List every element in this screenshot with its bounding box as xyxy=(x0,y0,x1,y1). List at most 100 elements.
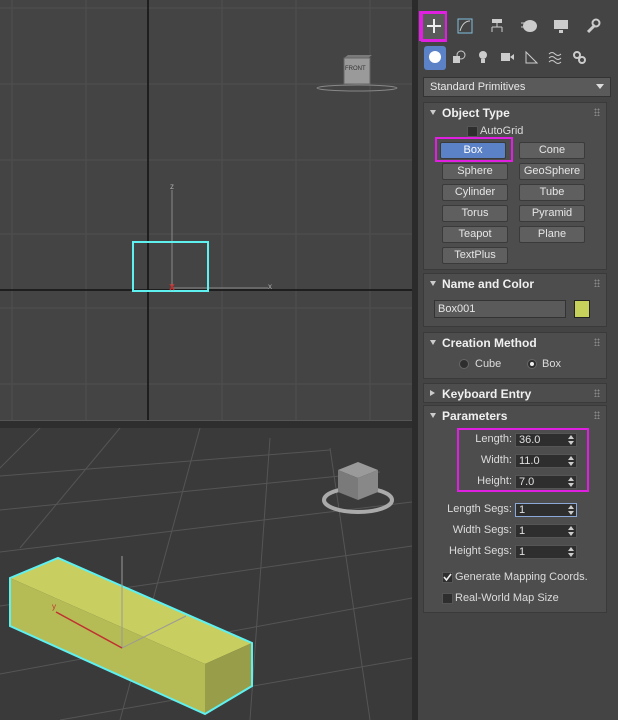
display-monitor-icon xyxy=(553,18,569,37)
creation-method-title: Creation Method xyxy=(442,336,537,350)
chevron-down-icon xyxy=(596,84,604,89)
height-segs-label: Height Segs: xyxy=(449,545,512,557)
geometry-subtab[interactable] xyxy=(424,46,446,70)
length-segs-spinner[interactable]: 1 xyxy=(515,503,577,517)
checkmark-icon xyxy=(443,573,452,582)
systems-subtab[interactable] xyxy=(568,46,590,70)
helpers-subtab[interactable] xyxy=(520,46,542,70)
keyboard-entry-title: Keyboard Entry xyxy=(442,387,532,401)
hierarchy-tab[interactable] xyxy=(484,12,510,42)
collapse-triangle-icon xyxy=(430,390,435,396)
height-segs-value: 1 xyxy=(519,546,526,558)
modify-curve-icon xyxy=(457,18,473,37)
real-world-map-size-checkbox[interactable] xyxy=(442,593,453,604)
viewcube-perspective[interactable] xyxy=(322,462,394,514)
grip-icon[interactable] xyxy=(594,279,600,287)
spinner-arrows-icon[interactable] xyxy=(568,505,574,515)
camera-icon xyxy=(500,50,514,67)
display-tab[interactable] xyxy=(548,12,574,42)
creation-method-rollout: Creation Method xyxy=(423,332,607,379)
box-radio-label: Box xyxy=(542,358,561,370)
grip-icon[interactable] xyxy=(594,108,600,116)
box-button-highlight xyxy=(435,137,513,162)
length-segs-label: Length Segs: xyxy=(447,503,512,515)
pyramid-button[interactable]: Pyramid xyxy=(519,205,585,222)
viewcube-label: FRONT xyxy=(345,66,366,72)
axis-x-label: x xyxy=(268,282,272,291)
box-object-3d[interactable] xyxy=(9,556,253,716)
motion-icon xyxy=(520,18,538,37)
front-viewport[interactable]: FRONT z x xyxy=(0,0,412,420)
parameters-title: Parameters xyxy=(442,409,508,423)
front-viewport-grid xyxy=(0,0,412,420)
generate-mapping-checkbox[interactable] xyxy=(442,572,453,583)
sphere-icon xyxy=(428,50,442,67)
height-segs-spinner[interactable]: 1 xyxy=(515,545,577,559)
box-selection-outline-front xyxy=(132,241,209,292)
plane-button[interactable]: Plane xyxy=(519,226,585,243)
geosphere-button[interactable]: GeoSphere xyxy=(519,163,585,180)
object-name-field[interactable]: Box001 xyxy=(434,300,566,318)
perspective-viewport-grid xyxy=(0,428,412,720)
spinner-arrows-icon[interactable] xyxy=(568,526,574,536)
torus-button[interactable]: Torus xyxy=(442,205,508,222)
expand-triangle-icon xyxy=(430,110,436,115)
command-panel-tabs xyxy=(418,12,618,42)
autogrid-label: AutoGrid xyxy=(480,125,524,137)
cube-radio-label: Cube xyxy=(475,358,502,370)
keyboard-entry-rollout: Keyboard Entry xyxy=(423,383,607,403)
create-tab-highlight xyxy=(419,11,447,41)
name-and-color-header[interactable]: Name and Color xyxy=(424,274,606,294)
object-type-title: Object Type xyxy=(442,106,510,120)
width-segs-spinner[interactable]: 1 xyxy=(515,524,577,538)
object-color-swatch[interactable] xyxy=(574,300,590,318)
creation-method-header[interactable]: Creation Method xyxy=(424,333,606,353)
modify-tab[interactable] xyxy=(452,12,478,42)
motion-tab[interactable] xyxy=(516,12,542,42)
dimensions-highlight xyxy=(457,428,589,492)
grip-icon[interactable] xyxy=(594,411,600,419)
cone-button[interactable]: Cone xyxy=(519,142,585,159)
lights-subtab[interactable] xyxy=(472,46,494,70)
shapes-subtab[interactable] xyxy=(448,46,470,70)
expand-triangle-icon xyxy=(430,340,436,345)
spinner-arrows-icon[interactable] xyxy=(568,547,574,557)
autogrid-checkbox[interactable] xyxy=(467,126,478,137)
length-segs-value: 1 xyxy=(519,504,526,516)
command-panel: Standard Primitives Object Type AutoGrid… xyxy=(418,0,618,720)
box-radio[interactable] xyxy=(527,359,537,369)
viewcube-front[interactable] xyxy=(316,55,398,92)
grip-icon[interactable] xyxy=(594,389,600,397)
real-world-map-size-label: Real-World Map Size xyxy=(455,592,559,604)
keyboard-entry-header[interactable]: Keyboard Entry xyxy=(424,384,606,404)
utilities-tab[interactable] xyxy=(580,12,606,42)
width-segs-value: 1 xyxy=(519,525,526,537)
expand-triangle-icon xyxy=(430,281,436,286)
light-bulb-icon xyxy=(476,50,490,67)
generate-mapping-label: Generate Mapping Coords. xyxy=(455,571,588,583)
cube-radio[interactable] xyxy=(459,359,469,369)
gears-icon xyxy=(572,50,586,67)
tube-button[interactable]: Tube xyxy=(519,184,585,201)
axis-z-label: z xyxy=(170,182,174,191)
sphere-button[interactable]: Sphere xyxy=(442,163,508,180)
wrench-icon xyxy=(585,18,601,37)
space-warps-subtab[interactable] xyxy=(544,46,566,70)
object-type-header[interactable]: Object Type xyxy=(424,103,606,123)
perspective-viewport[interactable]: y xyxy=(0,428,412,720)
category-dropdown[interactable]: Standard Primitives xyxy=(423,77,611,97)
cylinder-button[interactable]: Cylinder xyxy=(442,184,508,201)
textplus-button[interactable]: TextPlus xyxy=(442,247,508,264)
axis-y-label: y xyxy=(52,602,56,611)
expand-triangle-icon xyxy=(430,413,436,418)
wave-icon xyxy=(548,50,562,67)
parameters-header[interactable]: Parameters xyxy=(424,406,606,426)
hierarchy-icon xyxy=(489,18,505,37)
cameras-subtab[interactable] xyxy=(496,46,518,70)
shapes-icon xyxy=(452,50,466,67)
create-subtabs xyxy=(418,46,618,72)
grip-icon[interactable] xyxy=(594,338,600,346)
teapot-button[interactable]: Teapot xyxy=(442,226,508,243)
name-and-color-title: Name and Color xyxy=(442,277,535,291)
tape-measure-icon xyxy=(524,50,539,67)
